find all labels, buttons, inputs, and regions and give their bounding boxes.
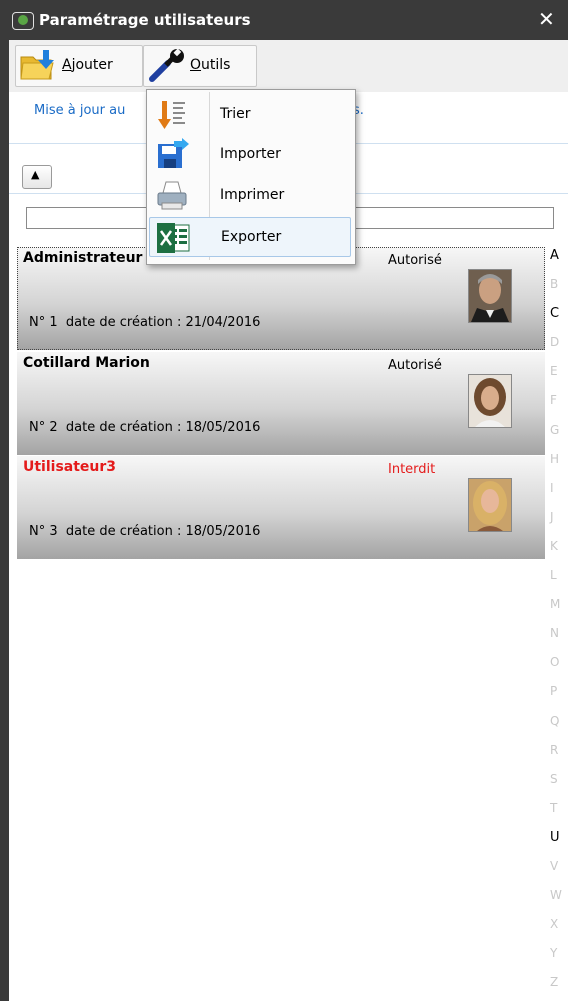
- alphabet-letter-g[interactable]: G: [550, 423, 566, 452]
- user-photo: [468, 478, 512, 532]
- user-created: date de création : 18/05/2016: [65, 524, 261, 539]
- user-status: Interdit: [388, 462, 436, 477]
- menu-item-label: Importer: [220, 146, 281, 162]
- alphabet-letter-c[interactable]: C: [550, 306, 566, 335]
- user-created: date de création : 21/04/2016: [65, 315, 261, 330]
- title-bar: Paramétrage utilisateurs ✕: [0, 0, 568, 40]
- user-name: Cotillard Marion: [23, 355, 150, 371]
- alphabet-index: ABCDEFGHIJKLMNOPQRSTUVWXYZ: [550, 248, 566, 1004]
- alphabet-letter-b[interactable]: B: [550, 277, 566, 306]
- user-number: N° 1: [29, 315, 58, 330]
- alphabet-letter-t[interactable]: T: [550, 801, 566, 830]
- add-accel: A: [62, 57, 72, 73]
- user-meta: N° 2 date de création : 18/05/2016: [29, 420, 260, 435]
- import-icon: [158, 138, 189, 168]
- user-card-3[interactable]: Utilisateur3 Interdit N° 3 date de créat…: [17, 456, 545, 559]
- alphabet-letter-u[interactable]: U: [550, 830, 566, 859]
- user-card-2[interactable]: Cotillard Marion Autorisé N° 2 date de c…: [17, 352, 545, 455]
- close-icon[interactable]: ✕: [538, 7, 555, 31]
- menu-item-label: Trier: [220, 106, 251, 122]
- toolbar: Ajouter Outils: [9, 40, 568, 92]
- alphabet-letter-l[interactable]: L: [550, 568, 566, 597]
- window-title: Paramétrage utilisateurs: [39, 11, 251, 29]
- tools-button[interactable]: Outils: [143, 45, 257, 87]
- user-name: Administrateur: [23, 250, 143, 266]
- tools-button-label: utils: [201, 57, 231, 73]
- user-status: Autorisé: [388, 253, 442, 268]
- menu-item-imprimer[interactable]: Imprimer: [149, 176, 351, 216]
- wrench-icon: [149, 49, 184, 82]
- alphabet-letter-n[interactable]: N: [550, 626, 566, 655]
- user-meta: N° 1 date de création : 21/04/2016: [29, 315, 260, 330]
- menu-item-trier[interactable]: Trier: [149, 95, 351, 135]
- alphabet-letter-f[interactable]: F: [550, 393, 566, 422]
- menu-item-label: Exporter: [221, 229, 282, 245]
- add-button-label: jouter: [71, 57, 113, 73]
- info-text-start: Mise à jour au: [34, 103, 126, 118]
- alphabet-letter-j[interactable]: J: [550, 510, 566, 539]
- tools-accel: O: [190, 57, 202, 73]
- menu-item-exporter[interactable]: Exporter: [149, 217, 351, 257]
- user-photo: [468, 269, 512, 323]
- alphabet-letter-p[interactable]: P: [550, 684, 566, 713]
- user-name: Utilisateur3: [23, 459, 117, 475]
- alphabet-letter-d[interactable]: D: [550, 335, 566, 364]
- window-app-icon: [12, 12, 34, 30]
- alphabet-letter-w[interactable]: W: [550, 888, 566, 917]
- alphabet-letter-r[interactable]: R: [550, 743, 566, 772]
- alphabet-letter-x[interactable]: X: [550, 917, 566, 946]
- alphabet-letter-y[interactable]: Y: [550, 946, 566, 975]
- folder-add-icon: [20, 50, 54, 80]
- alphabet-letter-h[interactable]: H: [550, 452, 566, 481]
- window-left-border: [0, 40, 9, 1001]
- sort-icon: [158, 101, 185, 129]
- triangle-up-icon: ▲: [31, 168, 40, 181]
- alphabet-letter-k[interactable]: K: [550, 539, 566, 568]
- alphabet-letter-q[interactable]: Q: [550, 714, 566, 743]
- sort-toggle-button[interactable]: ▲: [22, 165, 52, 189]
- user-photo: [468, 374, 512, 428]
- alphabet-letter-o[interactable]: O: [550, 655, 566, 684]
- alphabet-letter-i[interactable]: I: [550, 481, 566, 510]
- alphabet-letter-e[interactable]: E: [550, 364, 566, 393]
- alphabet-letter-s[interactable]: S: [550, 772, 566, 801]
- user-settings-window: Paramétrage utilisateurs ✕ Ajouter Outil…: [0, 0, 568, 1001]
- alphabet-letter-v[interactable]: V: [550, 859, 566, 888]
- user-meta: N° 3 date de création : 18/05/2016: [29, 524, 260, 539]
- user-created: date de création : 18/05/2016: [65, 420, 261, 435]
- printer-icon: [157, 181, 187, 210]
- excel-icon: [157, 223, 190, 253]
- user-number: N° 3: [29, 524, 58, 539]
- menu-item-label: Imprimer: [220, 187, 285, 203]
- alphabet-letter-z[interactable]: Z: [550, 975, 566, 1004]
- alphabet-letter-a[interactable]: A: [550, 248, 566, 277]
- alphabet-letter-m[interactable]: M: [550, 597, 566, 626]
- add-button[interactable]: Ajouter: [15, 45, 143, 87]
- user-status: Autorisé: [388, 358, 442, 373]
- tools-dropdown-menu: Trier Importer Imprimer Exporter: [146, 89, 356, 265]
- menu-item-importer[interactable]: Importer: [149, 135, 351, 175]
- user-number: N° 2: [29, 420, 58, 435]
